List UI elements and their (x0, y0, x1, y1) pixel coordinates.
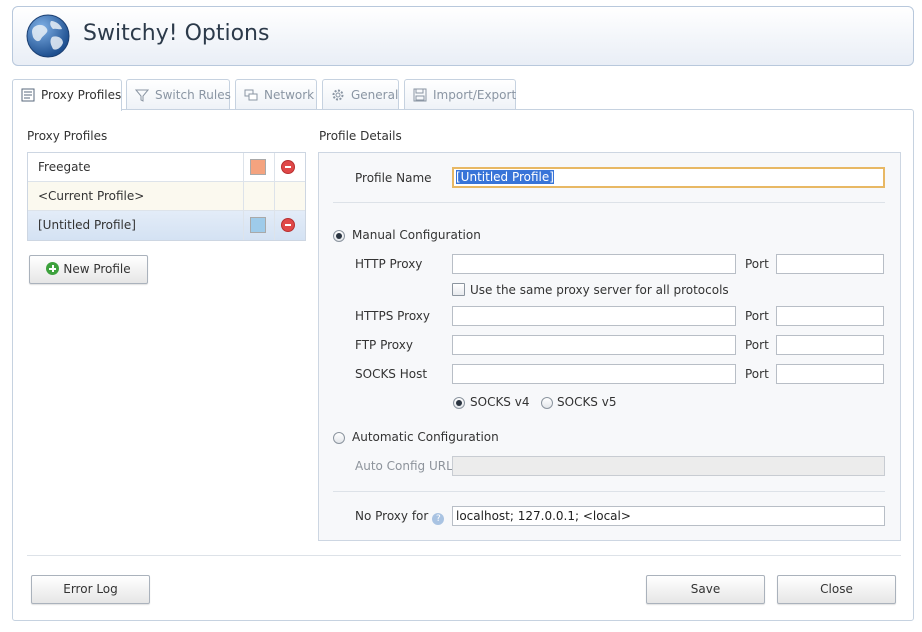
profile-name-value: [Untitled Profile] (456, 170, 554, 184)
auto-config-radio[interactable] (333, 432, 345, 444)
ftp-port-label: Port (745, 338, 769, 352)
tab-label: Network (264, 88, 315, 102)
details-section-title: Profile Details (319, 129, 402, 143)
no-proxy-label: No Proxy for? (355, 509, 445, 525)
https-proxy-input[interactable] (452, 306, 736, 326)
profile-color-swatch[interactable] (250, 159, 266, 175)
socks-v5-label: SOCKS v5 (557, 395, 617, 409)
profile-row-untitled[interactable]: [Untitled Profile] (28, 211, 305, 240)
http-proxy-input[interactable] (452, 254, 736, 274)
plus-icon (46, 262, 60, 275)
profile-color-swatch[interactable] (250, 217, 266, 233)
profiles-section-title: Proxy Profiles (27, 129, 108, 143)
globe-icon (26, 14, 70, 58)
tab-switch-rules[interactable]: Switch Rules (126, 79, 231, 110)
socks-v4-radio[interactable] (453, 397, 465, 409)
auto-config-url-label: Auto Config URL (355, 459, 453, 473)
tab-label: Switch Rules (155, 88, 231, 102)
tab-import-export[interactable]: Import/Export (404, 79, 516, 110)
profile-name: Freegate (38, 160, 91, 174)
profile-details: Profile Name [Untitled Profile] Manual C… (318, 152, 901, 541)
app-header: Switchy! Options (12, 6, 914, 66)
profile-name: [Untitled Profile] (38, 218, 136, 232)
error-log-button[interactable]: Error Log (31, 575, 150, 604)
profile-list: Freegate <Current Profile> [Untitled Pro… (27, 152, 306, 241)
disk-icon (413, 88, 427, 102)
new-profile-label: New Profile (63, 262, 131, 276)
same-proxy-label: Use the same proxy server for all protoc… (470, 283, 729, 297)
proxy-profiles-panel: Proxy Profiles Freegate <Current Profile… (12, 109, 914, 621)
app-title: Switchy! Options (83, 21, 270, 46)
delete-icon[interactable] (281, 160, 295, 174)
tab-label: Proxy Profiles (41, 88, 122, 102)
profile-row-freegate[interactable]: Freegate (28, 153, 305, 182)
http-port-label: Port (745, 257, 769, 271)
gear-icon (332, 89, 344, 101)
profile-name-input[interactable]: [Untitled Profile] (452, 167, 885, 188)
manual-config-radio[interactable] (333, 230, 345, 242)
save-button[interactable]: Save (646, 575, 765, 604)
manual-config-label: Manual Configuration (352, 228, 481, 242)
tab-proxy-profiles[interactable]: Proxy Profiles (12, 79, 122, 111)
ftp-proxy-label: FTP Proxy (355, 338, 413, 352)
same-proxy-checkbox[interactable] (452, 283, 465, 296)
tab-general[interactable]: General (322, 79, 399, 110)
ftp-proxy-input[interactable] (452, 335, 736, 355)
https-proxy-label: HTTPS Proxy (355, 309, 431, 323)
tab-label: General (351, 88, 399, 102)
socks-host-input[interactable] (452, 364, 736, 384)
socks-host-label: SOCKS Host (355, 367, 428, 381)
auto-config-label: Automatic Configuration (352, 430, 499, 444)
close-button[interactable]: Close (777, 575, 896, 604)
tab-label: Import/Export (433, 88, 517, 102)
profile-name-label: Profile Name (355, 171, 432, 185)
https-port-label: Port (745, 309, 769, 323)
socks-v4-label: SOCKS v4 (470, 395, 530, 409)
socks-port-label: Port (745, 367, 769, 381)
tab-network[interactable]: Network (235, 79, 317, 110)
profile-icon (21, 88, 35, 102)
http-port-input[interactable] (776, 254, 884, 274)
new-profile-button[interactable]: New Profile (29, 255, 148, 284)
auto-config-url-input[interactable] (452, 456, 885, 476)
socks-v5-radio[interactable] (541, 397, 553, 409)
delete-icon[interactable] (281, 218, 295, 232)
no-proxy-label-text: No Proxy for (355, 509, 429, 523)
help-icon[interactable]: ? (432, 513, 445, 525)
ftp-port-input[interactable] (776, 335, 884, 355)
http-proxy-label: HTTP Proxy (355, 257, 423, 271)
https-port-input[interactable] (776, 306, 884, 326)
no-proxy-value: localhost; 127.0.0.1; <local> (456, 509, 631, 523)
filter-icon (135, 89, 149, 102)
network-icon (244, 89, 258, 101)
socks-port-input[interactable] (776, 364, 884, 384)
profile-row-current[interactable]: <Current Profile> (28, 182, 305, 211)
profile-name: <Current Profile> (38, 189, 145, 203)
no-proxy-input[interactable]: localhost; 127.0.0.1; <local> (452, 506, 885, 526)
